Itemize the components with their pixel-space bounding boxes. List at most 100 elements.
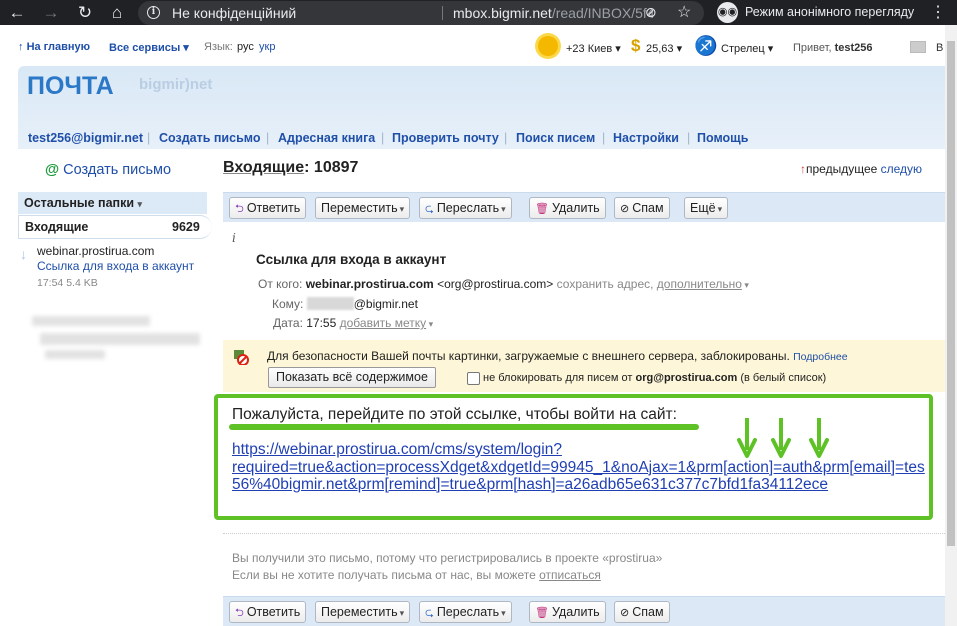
reply-button[interactable]: ⮌ Ответить	[229, 601, 307, 623]
services-link[interactable]: Все сервисы ▾	[109, 41, 189, 54]
forward-icon[interactable]: →	[40, 2, 62, 24]
list-item[interactable]: webinar.prostirua.com Ссылка для входа в…	[37, 244, 207, 291]
delete-button[interactable]: 🗑 Удалить	[529, 197, 606, 219]
blurred-item	[45, 350, 105, 359]
nav-separator: |	[266, 131, 270, 145]
from-name: webinar.prostirua.com	[305, 277, 434, 291]
body-text: Пожалуйста, перейдите по этой ссылке, чт…	[232, 406, 677, 423]
info-icon: i	[232, 231, 236, 245]
menu-icon[interactable]: ⋮	[930, 2, 946, 22]
more-info-link[interactable]: Подробнее	[793, 351, 847, 363]
zodiac-link[interactable]: Стрелец ▾	[721, 42, 773, 55]
top-right-cut: В	[936, 42, 944, 54]
date-row: Дата: 17:55 добавить метку ▾	[273, 316, 434, 330]
back-icon[interactable]: ←	[6, 2, 28, 24]
eye-off-icon[interactable]: ⊘	[645, 4, 657, 21]
whitelist-label: не блокировать для писем от org@prostiru…	[483, 372, 827, 384]
mail-icon[interactable]	[910, 41, 926, 53]
prev-link[interactable]: предыдущее	[806, 162, 877, 176]
nav-account[interactable]: test256@bigmir.net	[28, 131, 143, 145]
lang-ua[interactable]: укр	[259, 41, 275, 53]
incognito-label: Режим анонімного перегляду	[745, 5, 915, 19]
home-link[interactable]: ↑ На главную	[18, 41, 90, 53]
next-link[interactable]: следую	[881, 162, 922, 176]
nav-check-mail[interactable]: Проверить почту	[392, 131, 499, 145]
username[interactable]: test256	[835, 42, 873, 54]
whitelist-checkbox[interactable]	[467, 372, 480, 385]
star-icon[interactable]: ☆	[677, 2, 691, 22]
mail-subject[interactable]: Ссылка для входа в аккаунт	[37, 259, 207, 274]
dollar-icon: $	[631, 36, 641, 55]
weather-link[interactable]: +23 Киев ▾	[566, 42, 621, 55]
to-row: Кому: @bigmir.net	[272, 297, 418, 311]
spam-button[interactable]: ⊘ Спам	[614, 601, 670, 623]
move-button[interactable]: Переместить ▾	[315, 601, 411, 623]
nav-settings[interactable]: Настройки	[613, 131, 679, 145]
nav-separator: |	[147, 131, 151, 145]
reload-icon[interactable]: ↻	[74, 2, 96, 24]
forward-button[interactable]: ⮎ Переслать ▾	[419, 601, 512, 623]
sagittarius-icon: ♐	[694, 36, 718, 57]
greeting: Привет, test256	[793, 42, 873, 54]
incognito-icon: ◉◉	[717, 2, 738, 23]
address-bar[interactable]: i Не конфіденційний mbox.bigmir.net/read…	[138, 1, 704, 25]
show-all-button[interactable]: Показать всё содержимое	[268, 367, 436, 388]
masked-name	[306, 297, 354, 310]
url-text[interactable]: mbox.bigmir.net/read/INBOX/5f45264a73c2/…	[453, 5, 653, 21]
move-button[interactable]: Переместить ▾	[315, 197, 411, 219]
spam-button[interactable]: ⊘ Спам	[614, 197, 670, 219]
divider	[442, 6, 443, 20]
inbox-count: 9629	[172, 220, 200, 234]
delete-button[interactable]: 🗑 Удалить	[529, 601, 606, 623]
create-mail-link[interactable]: @ Создать письмо	[45, 162, 171, 178]
message-subject: Ссылка для входа в аккаунт	[256, 252, 447, 267]
scrollbar[interactable]	[945, 25, 957, 626]
incognito-indicator[interactable]: ◉◉ Режим анонімного перегляду	[713, 0, 921, 25]
nav-help[interactable]: Помощь	[697, 131, 748, 145]
arrow-down-icon	[737, 418, 757, 458]
sidebar-item-inbox[interactable]: Входящие 9629	[18, 215, 212, 239]
info-icon[interactable]: i	[147, 6, 160, 19]
forward-button[interactable]: ⮎ Переслать ▾	[419, 197, 512, 219]
save-address-link[interactable]: сохранить адрес,	[557, 277, 654, 291]
nav-search[interactable]: Поиск писем	[516, 131, 595, 145]
footer-text: Вы получили это письмо, потому что регис…	[232, 551, 663, 565]
nav-separator: |	[687, 131, 691, 145]
add-label-link[interactable]: добавить метку	[340, 316, 427, 330]
mail-from: webinar.prostirua.com	[37, 244, 155, 258]
blocked-image-icon	[234, 350, 249, 365]
from-row: От кого: webinar.prostirua.com <org@pros…	[258, 277, 749, 291]
pager: ↑предыдущее следую	[800, 162, 923, 176]
footer-text: Если вы не хотите получать письма от нас…	[232, 568, 601, 582]
nav-separator: |	[602, 131, 606, 145]
message-toolbar: ⮌ Ответить Переместить ▾ ⮎ Переслать ▾ 🗑 Удал…	[223, 192, 945, 222]
inbox-title-link[interactable]: Входящие	[223, 159, 304, 176]
scrollbar-thumb[interactable]	[947, 41, 955, 546]
page-title: Входящие: 10897	[223, 159, 359, 176]
at-icon: @	[45, 162, 60, 178]
browser-toolbar: ← → ↻ ⌂ i Не конфіденційний mbox.bigmir.…	[0, 0, 957, 25]
rate-link[interactable]: 25,63 ▾	[646, 42, 682, 55]
arrow-down-icon: ↓	[20, 246, 27, 262]
lang-ru[interactable]: рус	[237, 41, 254, 53]
unsubscribe-link[interactable]: отписаться	[539, 568, 601, 582]
other-folders[interactable]: Остальные папки ▾	[18, 192, 207, 214]
more-button[interactable]: Ещё ▾	[684, 197, 729, 219]
divider	[223, 533, 945, 534]
sun-icon	[538, 36, 558, 56]
message-toolbar-bottom: ⮌ Ответить Переместить ▾ ⮎ Переслать ▾ 🗑 Удал…	[223, 596, 945, 626]
home-icon[interactable]: ⌂	[106, 2, 128, 24]
nav-addressbook[interactable]: Адресная книга	[278, 131, 375, 145]
arrow-down-icon	[771, 418, 791, 458]
login-link[interactable]: https://webinar.prostirua.com/cms/system…	[232, 441, 944, 494]
reply-button[interactable]: ⮌ Ответить	[229, 197, 307, 219]
logo[interactable]: ПОЧТА	[27, 72, 114, 101]
mail-meta: 17:54 5.4 KB	[37, 277, 98, 289]
lang-label: Язык:	[204, 41, 233, 53]
arrow-down-icon	[809, 418, 829, 458]
more-details-link[interactable]: дополнительно	[657, 277, 742, 291]
nav-separator: |	[381, 131, 385, 145]
brand-logo[interactable]: bigmir)net	[139, 76, 212, 93]
nav-compose[interactable]: Создать письмо	[159, 131, 260, 145]
security-label: Не конфіденційний	[172, 5, 297, 21]
